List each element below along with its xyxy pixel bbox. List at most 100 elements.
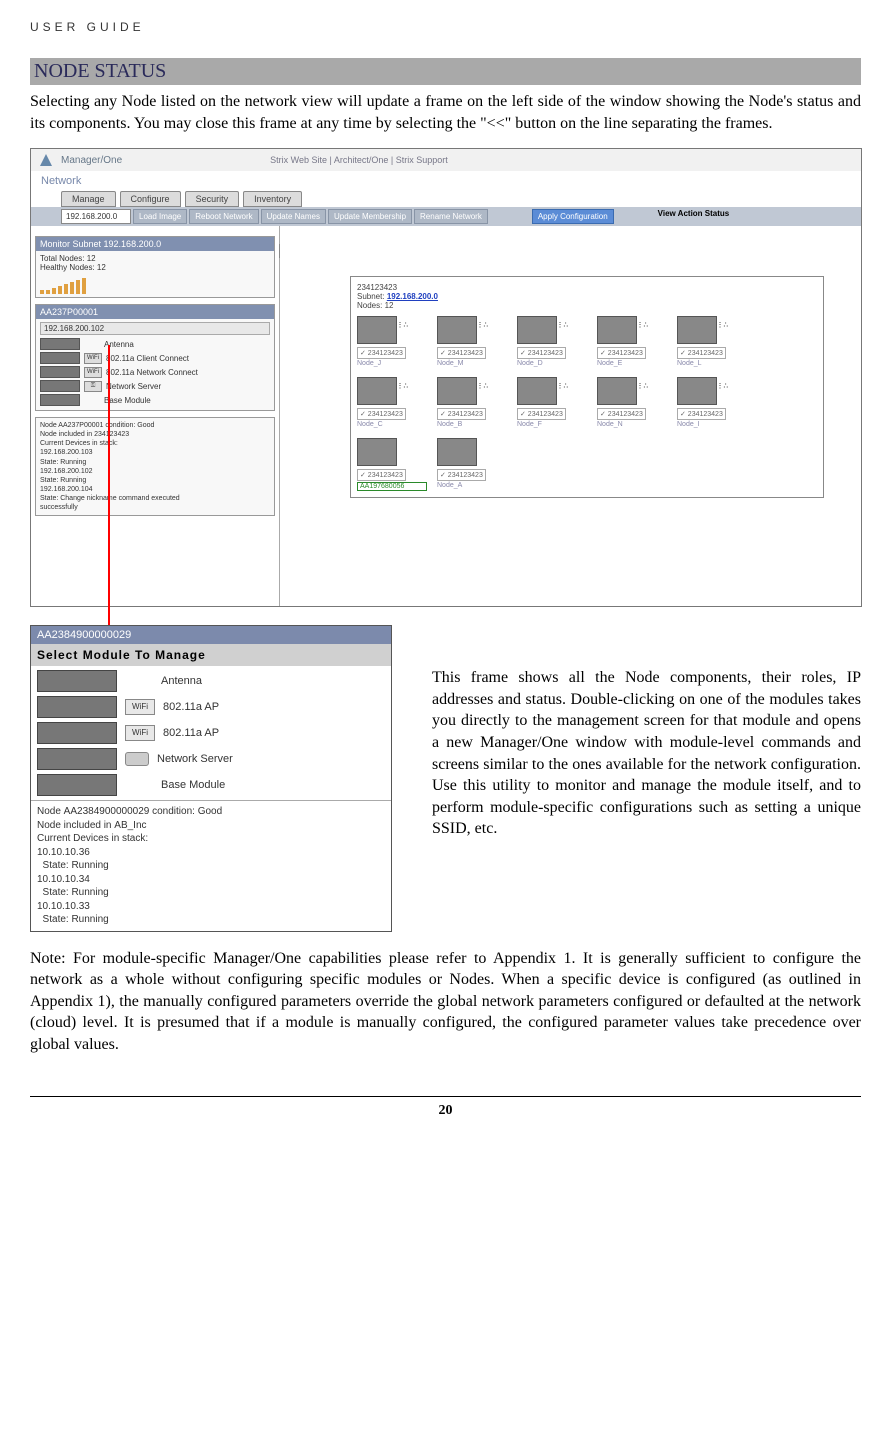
network-node[interactable]: ⋮∴✓ 234123423Node_I	[677, 377, 747, 428]
node-detail-title: AA2384900000029	[31, 626, 391, 644]
nodes-label: Nodes:	[357, 301, 382, 310]
module-label: Base Module	[161, 779, 225, 791]
status-line: 10.10.10.33	[37, 900, 385, 914]
device-icon	[40, 366, 80, 378]
module-row[interactable]: WiFi802.11a Network Connect	[40, 365, 270, 379]
module-label: 802.11a Client Connect	[106, 354, 189, 363]
callout-arrow-icon	[108, 345, 110, 641]
app-titlebar: Manager/One Strix Web Site | Architect/O…	[31, 149, 861, 171]
network-node[interactable]: ⋮∴✓ 234123423Node_J	[357, 316, 427, 367]
module-label: Network Server	[106, 382, 161, 391]
status-line: Node AA2384900000029 condition: Good	[37, 805, 385, 819]
load-image-button[interactable]: Load Image	[133, 209, 187, 224]
frame-description-paragraph: This frame shows all the Node components…	[432, 625, 861, 932]
node-ip: 192.168.200.102	[40, 322, 270, 335]
subnet-label: Subnet:	[357, 292, 385, 301]
tab-inventory[interactable]: Inventory	[243, 191, 302, 207]
apply-configuration-button[interactable]: Apply Configuration	[532, 209, 614, 224]
network-node[interactable]: ⋮∴✓ 234123423Node_N	[597, 377, 667, 428]
network-node[interactable]: ⋮∴✓ 234123423Node_L	[677, 316, 747, 367]
healthy-nodes: Healthy Nodes: 12	[40, 263, 270, 272]
node-grid: ⋮∴✓ 234123423Node_J⋮∴✓ 234123423Node_M⋮∴…	[357, 316, 817, 491]
module-label: Antenna	[161, 675, 202, 687]
monitor-subnet-title: Monitor Subnet 192.168.200.0	[36, 237, 274, 251]
status-line: State: Change nickname command executed	[40, 494, 270, 503]
network-node[interactable]: ⋮∴✓ 234123423Node_F	[517, 377, 587, 428]
status-line: 192.168.200.102	[40, 467, 270, 476]
module-row[interactable]: Antenna	[40, 337, 270, 351]
rename-network-button[interactable]: Rename Network	[414, 209, 488, 224]
device-icon	[37, 670, 117, 692]
module-row[interactable]: ⚿ Network Server	[40, 379, 270, 393]
network-serial: 234123423	[357, 283, 397, 292]
health-bars-icon	[40, 276, 270, 294]
device-icon	[37, 696, 117, 718]
module-row[interactable]: Base Module	[31, 772, 391, 798]
status-line: 10.10.10.34	[37, 873, 385, 887]
node-status-text: Node AA2384900000029 condition: GoodNode…	[31, 800, 391, 931]
tab-bar: Manage Configure Security Inventory	[31, 191, 861, 207]
module-row[interactable]: WiFi 802.11a AP	[31, 694, 391, 720]
status-line: State: Running	[37, 859, 385, 873]
network-node[interactable]: ⋮∴✓ 234123423Node_E	[597, 316, 667, 367]
reboot-network-button[interactable]: Reboot Network	[189, 209, 258, 224]
node-log-panel: Node AA237P00001 condition: Good Node in…	[35, 417, 275, 516]
update-names-button[interactable]: Update Names	[261, 209, 326, 224]
status-line: 192.168.200.104	[40, 485, 270, 494]
network-node[interactable]: ⋮∴✓ 234123423Node_C	[357, 377, 427, 428]
ip-field[interactable]: 192.168.200.0	[61, 209, 131, 224]
key-icon: ⚿	[84, 381, 102, 392]
status-line: 192.168.200.103	[40, 448, 270, 457]
module-row[interactable]: WiFi802.11a AP	[31, 720, 391, 746]
module-label: Base Module	[104, 396, 151, 405]
right-frame: 234123423 Subnet: 192.168.200.0 Nodes: 1…	[280, 226, 861, 606]
module-label: Network Server	[157, 753, 233, 765]
network-node[interactable]: ⋮∴✓ 234123423Node_B	[437, 377, 507, 428]
module-label: 802.11a AP	[163, 701, 219, 713]
module-list: AntennaWiFi802.11a APWiFi802.11a APNetwo…	[31, 666, 391, 800]
module-row[interactable]: Network Server	[31, 746, 391, 772]
node-status-panel: AA237P00001 192.168.200.102 Antenna WiFi…	[35, 304, 275, 411]
update-membership-button[interactable]: Update Membership	[328, 209, 412, 224]
network-node[interactable]: ⋮∴✓ 234123423Node_M	[437, 316, 507, 367]
toolbar: 192.168.200.0 Load Image Reboot Network …	[31, 207, 861, 226]
network-box: 234123423 Subnet: 192.168.200.0 Nodes: 1…	[350, 276, 824, 498]
device-icon	[37, 774, 117, 796]
page-number: 20	[30, 1096, 861, 1119]
subnet-value[interactable]: 192.168.200.0	[387, 292, 438, 301]
wifi-icon: WiFi	[125, 699, 155, 715]
device-icon	[37, 722, 117, 744]
top-links[interactable]: Strix Web Site | Architect/One | Strix S…	[270, 155, 448, 165]
module-row[interactable]: Base Module	[40, 393, 270, 407]
status-line: successfully	[40, 503, 270, 512]
wifi-icon: WiFi	[84, 367, 102, 378]
status-line: State: Running	[37, 886, 385, 900]
monitor-subnet-panel: Monitor Subnet 192.168.200.0 Total Nodes…	[35, 236, 275, 298]
module-label: 802.11a AP	[163, 727, 219, 739]
network-info: 234123423 Subnet: 192.168.200.0 Nodes: 1…	[357, 283, 817, 310]
device-icon	[40, 338, 80, 350]
device-icon	[40, 352, 80, 364]
module-row[interactable]: Antenna	[31, 668, 391, 694]
status-line: Node included in 234123423	[40, 430, 270, 439]
status-line: Current Devices in stack:	[37, 832, 385, 846]
running-header: USER GUIDE	[30, 20, 861, 34]
intro-paragraph: Selecting any Node listed on the network…	[30, 91, 861, 134]
note-paragraph: Note: For module-specific Manager/One ca…	[30, 948, 861, 1056]
tab-configure[interactable]: Configure	[120, 191, 181, 207]
node-status-title: AA237P00001	[36, 305, 274, 319]
device-icon	[40, 380, 80, 392]
view-action-status-link[interactable]: View Action Status	[658, 209, 730, 224]
device-icon	[37, 748, 117, 770]
breadcrumb[interactable]: Network	[31, 171, 861, 191]
network-node[interactable]: ✓ 234123423Node_A	[437, 438, 507, 491]
select-module-heading: Select Module To Manage	[31, 644, 391, 666]
device-icon	[40, 394, 80, 406]
network-node-selected[interactable]: ✓ 234123423AA197680056	[357, 438, 427, 491]
module-row[interactable]: WiFi 802.11a Client Connect	[40, 351, 270, 365]
network-node[interactable]: ⋮∴✓ 234123423Node_D	[517, 316, 587, 367]
tab-manage[interactable]: Manage	[61, 191, 116, 207]
wifi-icon: WiFi	[84, 353, 102, 364]
tab-security[interactable]: Security	[185, 191, 240, 207]
section-title: NODE STATUS	[30, 58, 861, 85]
